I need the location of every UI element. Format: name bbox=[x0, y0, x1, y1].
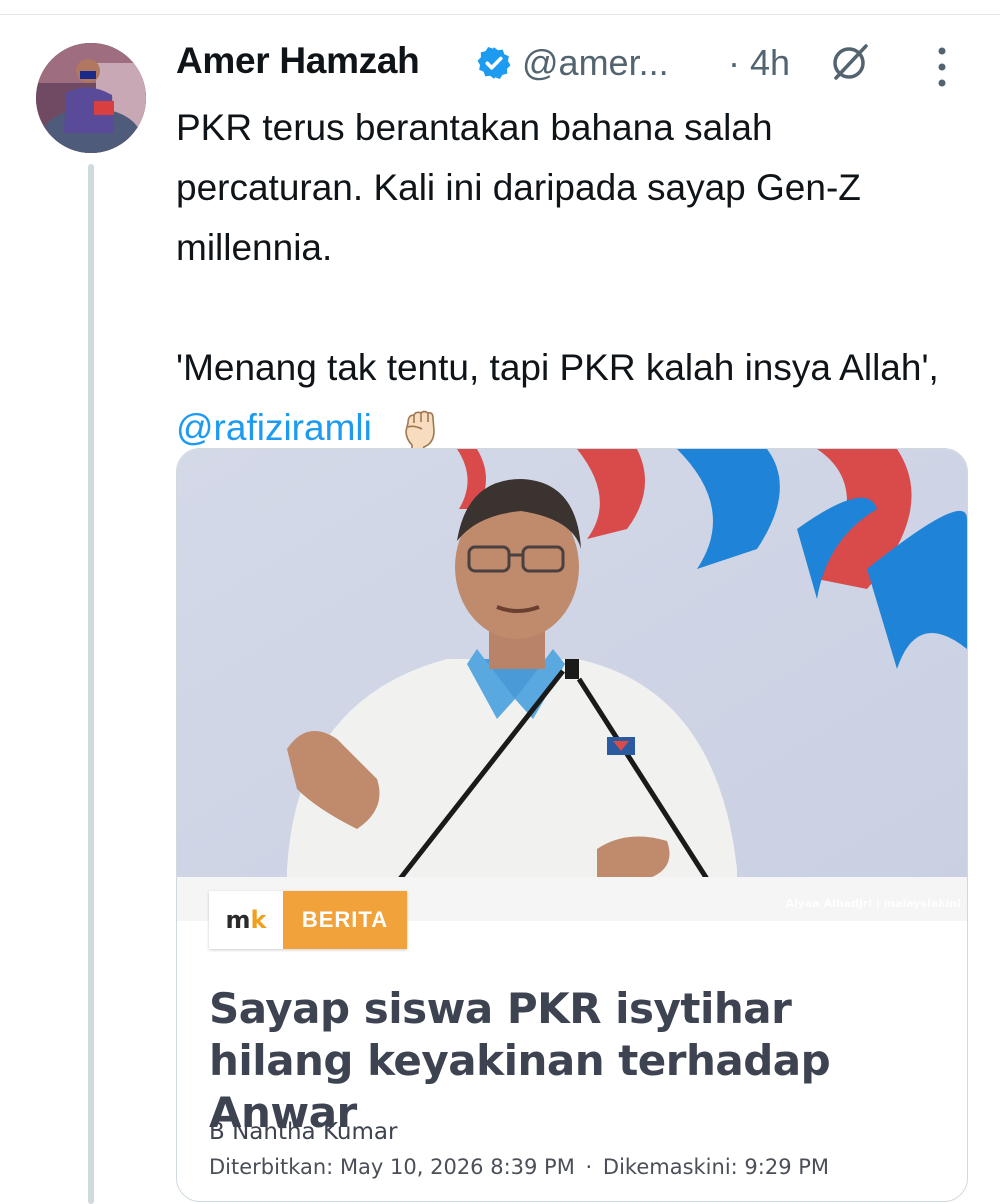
category-label: BERITA bbox=[283, 891, 407, 949]
tweet-quote: 'Menang tak tentu, tapi PKR kalah insya … bbox=[176, 338, 976, 458]
raised-fist-emoji-icon bbox=[405, 410, 435, 452]
tweet-timestamp[interactable]: · 4h bbox=[728, 42, 790, 84]
article-byline: B Nantha Kumar bbox=[209, 1119, 398, 1145]
published-value: May 10, 2026 8:39 PM bbox=[339, 1155, 575, 1179]
malaysiakini-logo: mk bbox=[209, 891, 283, 949]
verified-badge-icon bbox=[477, 46, 511, 80]
more-options-icon[interactable] bbox=[934, 44, 950, 90]
date-separator: · bbox=[585, 1155, 593, 1179]
article-dates: Diterbitkan: May 10, 2026 8:39 PM · Dike… bbox=[209, 1155, 829, 1179]
author-name[interactable]: Amer Hamzah bbox=[176, 40, 420, 82]
grok-icon[interactable] bbox=[828, 40, 872, 84]
tweet-text: PKR terus berantakan bahana salah percat… bbox=[176, 98, 976, 458]
tweet-body: PKR terus berantakan bahana salah percat… bbox=[176, 107, 861, 268]
thread-connector-line bbox=[88, 164, 94, 1204]
author-handle[interactable]: @amer... bbox=[522, 42, 669, 84]
link-preview-card[interactable]: Alyaa Alhadjri | malaysiakini mk BERITA … bbox=[176, 448, 968, 1202]
article-headline[interactable]: Sayap siswa PKR isytihar hilang keyakina… bbox=[209, 983, 949, 1139]
image-credit: Alyaa Alhadjri | malaysiakini bbox=[785, 897, 961, 910]
article-photo bbox=[177, 449, 967, 921]
source-badge: mk BERITA bbox=[209, 891, 407, 949]
top-divider bbox=[0, 14, 1000, 15]
tweet-header: Amer Hamzah @amer... · 4h bbox=[176, 40, 976, 90]
updated-label: Dikemaskini: bbox=[602, 1155, 738, 1179]
updated-value: 9:29 PM bbox=[744, 1155, 830, 1179]
avatar[interactable] bbox=[36, 43, 146, 153]
tweet-quote-text: 'Menang tak tentu, tapi PKR kalah insya … bbox=[176, 347, 939, 388]
published-label: Diterbitkan: bbox=[209, 1155, 334, 1179]
mention-link[interactable]: @rafiziramli bbox=[176, 407, 372, 448]
